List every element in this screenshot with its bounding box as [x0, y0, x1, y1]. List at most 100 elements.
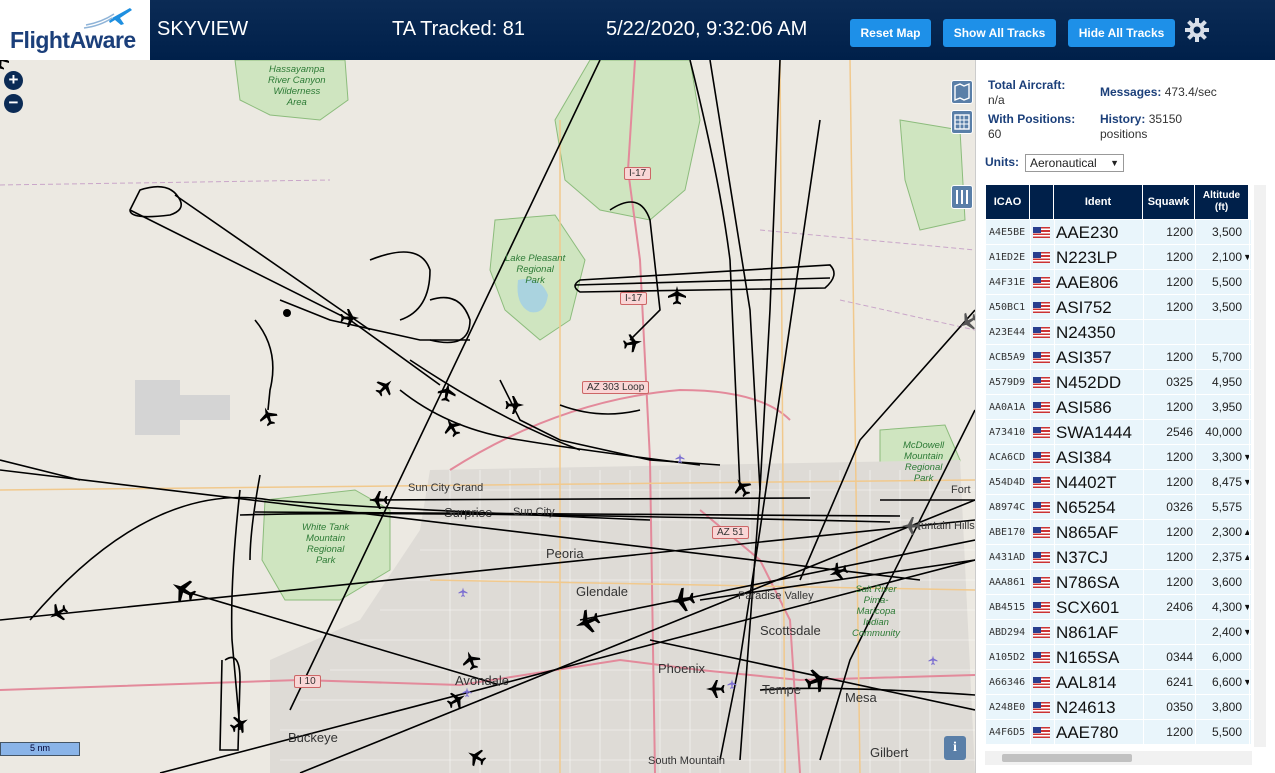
zoom-out-button[interactable]: − [4, 94, 23, 113]
grid-icon[interactable] [951, 110, 973, 134]
altitude-trend-icon: ▲ [1243, 552, 1252, 562]
cell-ident: SWA1444 [1056, 423, 1132, 442]
hide-all-tracks-button[interactable]: Hide All Tracks [1068, 19, 1175, 47]
column-divider [1249, 395, 1250, 420]
cell-ident: N786SA [1056, 573, 1120, 592]
label-white-tank: White Tank Mountain Regional Park [302, 522, 350, 566]
zoom-in-button[interactable]: + [4, 71, 23, 90]
table-row[interactable]: A8974C N65254 0326 5,575 [986, 495, 1251, 520]
table-row[interactable]: AA0A1A ASI586 1200 3,950 [986, 395, 1251, 420]
column-divider [1143, 545, 1144, 570]
panel-toggle-icon[interactable] [951, 185, 973, 209]
shield-i17-south: I-17 [620, 292, 648, 305]
map-layers-icon[interactable] [951, 80, 973, 104]
table-row[interactable]: AB4515 SCX601 2406 4,300 ▼ [986, 595, 1252, 620]
cell-altitude: 6,000 [1211, 650, 1242, 664]
column-divider [1030, 320, 1031, 345]
map-view[interactable]: + − Hassayampa River Canyon Wilderness A… [0, 60, 975, 773]
col-header-altitude[interactable]: Altitude (ft) [1195, 185, 1249, 219]
column-divider [1195, 345, 1196, 370]
table-row[interactable]: A54D4D N4402T 1200 8,475 ▼ [986, 470, 1252, 495]
column-divider [1195, 370, 1196, 395]
info-icon[interactable]: i [944, 736, 966, 760]
column-divider [1249, 470, 1250, 495]
cell-icao: A54D4D [989, 477, 1026, 488]
table-row[interactable]: A66346 AAL814 6241 6,600 ▼ [986, 670, 1252, 695]
us-flag-icon [1033, 327, 1050, 338]
us-flag-icon [1033, 552, 1050, 563]
cell-altitude: 3,300 [1211, 450, 1242, 464]
cell-icao: A8974C [989, 502, 1026, 513]
cell-ident: N223LP [1056, 248, 1118, 267]
units-selected-value: Aeronautical [1030, 156, 1097, 170]
us-flag-icon [1033, 252, 1050, 263]
cell-ident: N865AF [1056, 523, 1119, 542]
column-divider [1195, 445, 1196, 470]
table-row[interactable]: A23E44 N24350 [986, 320, 1251, 345]
col-header-icao[interactable]: ICAO [986, 185, 1030, 219]
table-row[interactable]: A4F6D5 AAE780 1200 5,500 [986, 720, 1251, 745]
table-row[interactable]: ABD294 N861AF 2,400 ▼ [986, 620, 1252, 645]
column-divider [1030, 245, 1031, 270]
show-all-tracks-button[interactable]: Show All Tracks [943, 19, 1056, 47]
us-flag-icon [1033, 502, 1050, 513]
map-canvas [0, 60, 975, 773]
vertical-scrollbar[interactable] [1254, 185, 1266, 747]
horizontal-scrollbar-thumb[interactable] [1002, 754, 1132, 762]
units-select[interactable]: Aeronautical ▼ [1025, 154, 1124, 172]
column-divider [1030, 370, 1031, 395]
gear-icon[interactable] [1184, 17, 1210, 43]
cell-icao: A105D2 [989, 652, 1026, 663]
table-row[interactable]: A579D9 N452DD 0325 4,950 [986, 370, 1251, 395]
column-divider [1030, 220, 1031, 245]
col-header-squawk[interactable]: Squawk [1143, 185, 1195, 219]
column-divider [1249, 270, 1250, 295]
column-divider [1054, 295, 1055, 320]
table-row[interactable]: A73410 SWA1444 2546 40,000 [986, 420, 1251, 445]
cell-squawk [1141, 320, 1193, 345]
label-gilbert: Gilbert [870, 745, 909, 760]
column-divider [1249, 445, 1250, 470]
column-divider [1030, 620, 1031, 645]
flightaware-logo[interactable]: FlightAware [0, 0, 150, 60]
messages-stat: Messages: 473.4/sec [1100, 85, 1217, 100]
cell-ident: SCX601 [1056, 598, 1120, 617]
table-row[interactable]: A4E5BE AAE230 1200 3,500 [986, 220, 1251, 245]
column-divider [1054, 720, 1055, 745]
column-divider [1195, 545, 1196, 570]
reset-map-button[interactable]: Reset Map [850, 19, 931, 47]
table-row[interactable]: ACB5A9 ASI357 1200 5,700 [986, 345, 1251, 370]
column-divider [1143, 620, 1144, 645]
col-header-ident[interactable]: Ident [1054, 185, 1143, 219]
column-divider [1030, 695, 1031, 720]
column-divider [1249, 420, 1250, 445]
table-row[interactable]: A50BC1 ASI752 1200 3,500 [986, 295, 1251, 320]
column-divider [1030, 420, 1031, 445]
label-surprise: Surprise [444, 505, 493, 520]
table-row[interactable]: AAA861 N786SA 1200 3,600 [986, 570, 1251, 595]
table-row[interactable]: A1ED2E N223LP 1200 2,100 ▼ [986, 245, 1252, 270]
table-row[interactable]: A431AD N37CJ 1200 2,375 ▲ [986, 545, 1252, 570]
table-row[interactable]: ABE170 N865AF 1200 2,300 ▲ [986, 520, 1252, 545]
cell-ident: N452DD [1056, 373, 1122, 392]
column-divider [1030, 395, 1031, 420]
label-scottsdale: Scottsdale [760, 623, 821, 638]
table-row[interactable]: A4F31E AAE806 1200 5,500 [986, 270, 1251, 295]
column-divider [1030, 595, 1031, 620]
label-sun-city-grand: Sun City Grand [408, 482, 484, 494]
table-row[interactable]: A248E0 N24613 0350 3,800 [986, 695, 1251, 720]
cell-altitude: 5,575 [1211, 500, 1242, 514]
column-divider [1054, 495, 1055, 520]
cell-icao: AAA861 [989, 577, 1026, 588]
column-divider [1249, 520, 1250, 545]
units-label: Units: [985, 155, 1019, 169]
col-header-flag[interactable] [1030, 185, 1054, 219]
us-flag-icon [1033, 352, 1050, 363]
cell-icao: AB4515 [989, 602, 1026, 613]
messages-label: Messages: [1100, 85, 1162, 99]
table-row[interactable]: A105D2 N165SA 0344 6,000 [986, 645, 1251, 670]
column-divider [1030, 720, 1031, 745]
table-row[interactable]: ACA6CD ASI384 1200 3,300 ▼ [986, 445, 1252, 470]
column-divider [1054, 545, 1055, 570]
column-divider [1249, 370, 1250, 395]
